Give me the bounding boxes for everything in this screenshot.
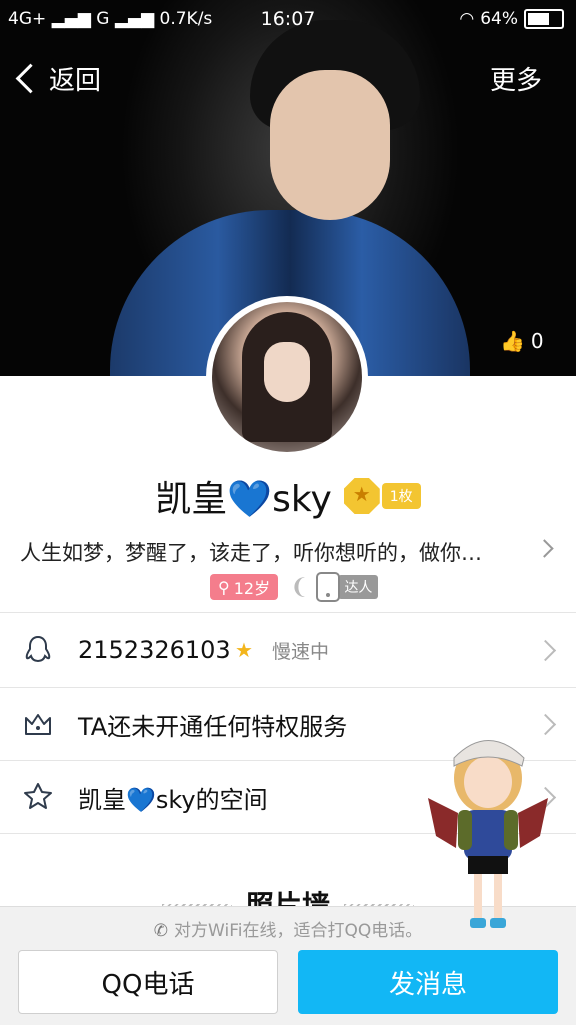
talent-badge[interactable]: ❨ 达人 (290, 572, 379, 602)
back-button[interactable]: 返回 (14, 58, 101, 98)
talent-label: 达人 (338, 575, 379, 599)
battery-icon (524, 9, 564, 29)
more-button[interactable]: 更多 (490, 60, 542, 97)
divider (0, 612, 576, 613)
star-icon: ★ (235, 638, 253, 662)
qzone-text: 凯皇💙sky的空间 (78, 785, 268, 814)
like-count: 0 (530, 329, 544, 353)
nickname: 凯皇💙sky (155, 470, 331, 522)
avatar-face (264, 342, 310, 402)
phone-icon (316, 572, 341, 602)
cover-person-face (270, 70, 390, 220)
medal-count[interactable]: 1枚 (381, 483, 421, 509)
qq-number-row[interactable]: 2152326103 ★ 慢速中 (0, 614, 576, 686)
call-hint-text: 对方WiFi在线，适合打QQ电话。 (174, 921, 423, 941)
wifi-icon: ◠ (459, 9, 475, 29)
qq-number: 2152326103 (78, 636, 231, 664)
blue-heart-icon: 💙 (227, 479, 273, 520)
star-outline-icon (24, 783, 52, 809)
chevron-right-icon (534, 639, 557, 661)
speed-status: 慢速中 (272, 640, 330, 663)
age-tag: ⚲ 12岁 (210, 574, 279, 600)
wing-icon: ❨ (290, 574, 309, 600)
status-right: ◠ 64% (459, 9, 564, 29)
nickname-prefix: 凯皇 (155, 479, 228, 520)
search-icon: ⚲ (218, 577, 230, 597)
medal-icon[interactable]: ★ (342, 476, 382, 516)
status-bar: 4G+ ▂▄▆ G ▂▄▆ 0.7K/s 16:07 ◠ 64% (0, 0, 576, 40)
signature-text[interactable]: 人生如梦，梦醒了，该走了，听你想听的，做你… (20, 537, 530, 567)
avatar[interactable] (206, 296, 368, 458)
name-row: 凯皇💙sky ★ 1枚 (0, 468, 576, 524)
privilege-text: TA还未开通任何特权服务 (78, 712, 348, 741)
crown-icon (25, 714, 51, 735)
penguin-icon (25, 635, 51, 663)
like-button[interactable]: 👍 0 (500, 323, 558, 359)
avatar-image (212, 302, 362, 452)
chevron-right-icon[interactable] (535, 539, 554, 558)
chevron-left-icon (15, 63, 46, 93)
thumbs-up-icon: 👍 (500, 329, 525, 353)
battery-percent: 64% (480, 9, 518, 29)
age-label: 12岁 (233, 579, 271, 598)
cartoon-girl-sticker (428, 740, 548, 928)
phone-icon: ✆ (153, 921, 169, 941)
back-label: 返回 (49, 65, 102, 96)
nickname-suffix: sky (272, 479, 332, 520)
send-message-button[interactable]: 发消息 (298, 950, 558, 1014)
qq-call-button[interactable]: QQ电话 (18, 950, 278, 1014)
